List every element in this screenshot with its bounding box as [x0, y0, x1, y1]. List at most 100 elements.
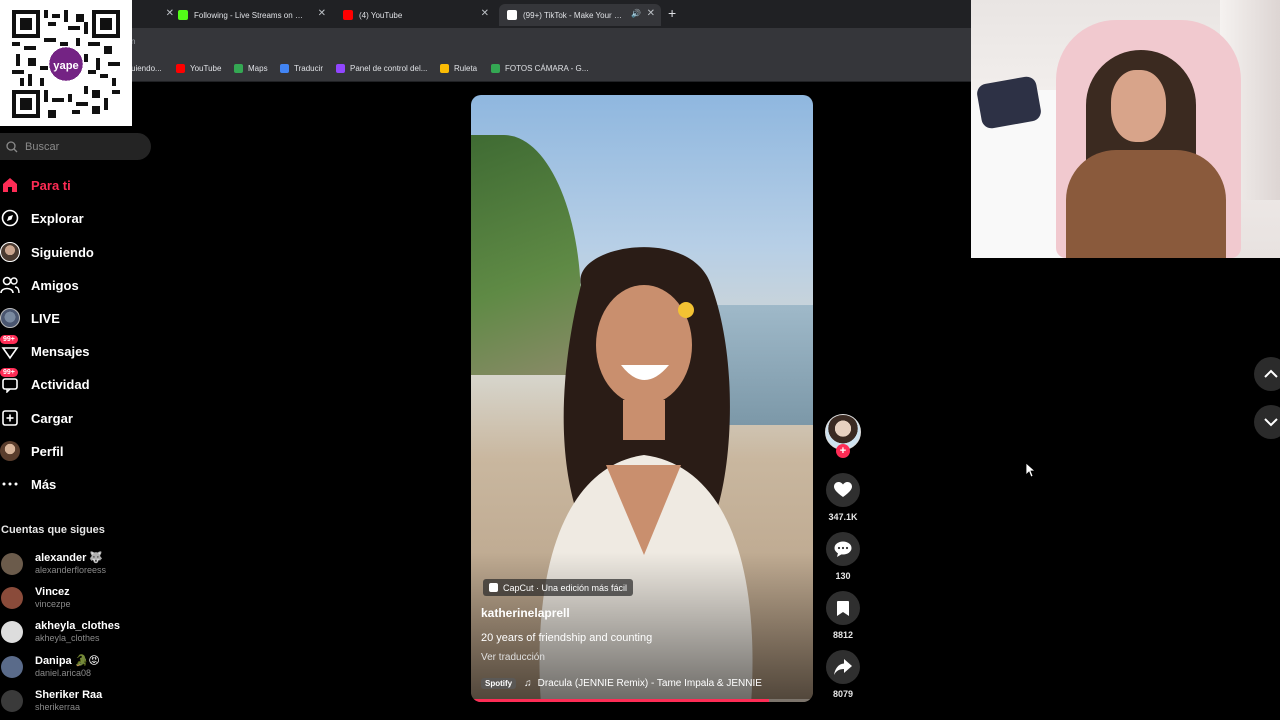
music-info[interactable]: Spotify ♫ Dracula (JENNIE Remix) - Tame … [481, 675, 762, 691]
video-progress-bar[interactable] [471, 699, 813, 702]
tab-tiktok[interactable]: (99+) TikTok - Make Your Day 🔊 ✕ [499, 4, 661, 26]
youtube-icon [176, 64, 185, 73]
translate-icon [280, 64, 289, 73]
comment-count: 130 [835, 571, 851, 581]
search-bar[interactable] [0, 133, 151, 160]
save-button[interactable]: 8812 [826, 591, 860, 640]
capcut-effect-tag[interactable]: CapCut · Una edición más fácil [483, 579, 634, 596]
nav-para-ti[interactable]: Para ti [0, 174, 71, 196]
nav-label: Siguiendo [31, 244, 94, 260]
video-progress-fill [471, 699, 769, 702]
nav-siguiendo[interactable]: Siguiendo [0, 241, 94, 263]
bookmark-translate[interactable]: Traducir [280, 64, 323, 73]
video-player[interactable]: CapCut · Una edición más fácil katherine… [471, 95, 813, 702]
nav-label: Mensajes [31, 343, 90, 359]
close-icon[interactable]: ✕ [647, 8, 655, 19]
share-button[interactable]: 8079 [826, 650, 860, 699]
webcam-streamer-face [1111, 70, 1166, 142]
nav-mas[interactable]: Más [0, 473, 56, 495]
search-input[interactable] [25, 140, 135, 153]
nav-label: Explorar [31, 210, 84, 226]
nav-actividad[interactable]: 99+ Actividad [0, 368, 90, 395]
account-handle: vincezpe [35, 599, 71, 609]
avatar [1, 656, 23, 678]
nav-mensajes[interactable]: 99+ Mensajes [0, 335, 90, 362]
account-handle: alexanderfloreess [35, 565, 107, 575]
new-tab-button[interactable]: + [668, 5, 676, 21]
video-caption: 20 years of friendship and counting [481, 632, 653, 644]
next-video-button[interactable] [1254, 405, 1280, 439]
tiktok-icon [507, 10, 517, 20]
nav-label: Cargar [31, 410, 73, 426]
bookmark-label: FOTOS CÁMARA - G... [505, 64, 589, 73]
account-name: akheyla_clothes [35, 620, 120, 632]
twitch-icon [336, 64, 345, 73]
bookmark-item[interactable]: uiendo... [131, 64, 162, 73]
bookmark-label: uiendo... [131, 64, 162, 73]
nav-perfil[interactable]: Perfil [0, 440, 64, 462]
save-count: 8812 [832, 630, 854, 640]
share-icon [826, 650, 860, 684]
following-account[interactable]: akheyla_clothes akheyla_clothes [1, 618, 120, 646]
nav-explorar[interactable]: Explorar [0, 207, 84, 229]
previous-video-button[interactable] [1254, 357, 1280, 391]
follow-plus-button[interactable]: + [836, 444, 850, 458]
bookmark-maps[interactable]: Maps [234, 64, 268, 73]
bookmark-label: Maps [248, 64, 268, 73]
webcam-streamer-body [1066, 150, 1226, 258]
bookmark-fotos[interactable]: FOTOS CÁMARA - G... [491, 64, 588, 73]
following-section-title: Cuentas que sigues [1, 524, 105, 536]
nav-label: Para ti [31, 177, 71, 193]
tab-kick[interactable]: Following - Live Streams on Kick ✕ [170, 4, 332, 26]
nav-label: Actividad [31, 376, 90, 392]
following-account[interactable]: Vincez vincezpe [1, 584, 71, 612]
address-bar[interactable]: n [0, 28, 971, 56]
following-account[interactable]: Sheriker Raa sherikerraa [1, 687, 102, 715]
following-account[interactable]: Danipa 🐊😡 daniel.arica08 [1, 653, 100, 681]
share-count: 8079 [832, 689, 854, 699]
video-author[interactable]: katherinelaprell [481, 606, 570, 620]
yape-qr-code: yape [0, 0, 132, 126]
following-account[interactable]: alexander 🐺 alexanderfloreess [1, 550, 106, 578]
bookmark-panel[interactable]: Panel de control del... [336, 64, 427, 73]
close-icon[interactable]: ✕ [318, 8, 326, 19]
comment-icon [826, 532, 860, 566]
activity-badge: 99+ [0, 368, 18, 377]
friends-icon [0, 275, 20, 295]
drive-icon [491, 64, 500, 73]
avatar [1, 621, 23, 643]
tab-close-partial[interactable]: ✕ [150, 4, 174, 26]
like-button[interactable]: 347.1K [826, 473, 860, 522]
qr-code-image: yape [12, 10, 120, 118]
close-icon[interactable]: ✕ [481, 8, 489, 19]
nav-label: LIVE [31, 310, 60, 326]
messages-badge: 99+ [0, 335, 18, 344]
avatar [1, 587, 23, 609]
profile-avatar [0, 441, 20, 461]
bookmark-ruleta[interactable]: Ruleta [440, 64, 477, 73]
account-name: Danipa 🐊😡 [35, 655, 100, 667]
spotify-tag[interactable]: Spotify [481, 677, 517, 689]
nav-amigos[interactable]: Amigos [0, 274, 79, 296]
browser-tab-bar: ✕ Following - Live Streams on Kick ✕ (4)… [0, 0, 971, 28]
search-icon [6, 140, 18, 152]
nav-label: Más [31, 476, 57, 492]
avatar [1, 690, 23, 712]
nav-cargar[interactable]: Cargar [0, 407, 73, 429]
chevron-down-icon [1264, 418, 1278, 427]
nav-live[interactable]: LIVE [0, 307, 60, 329]
kick-icon [178, 10, 188, 20]
live-avatar [0, 308, 20, 328]
following-avatar [0, 242, 20, 262]
effect-label: CapCut · Una edición más fácil [503, 582, 628, 593]
maps-icon [234, 64, 243, 73]
comment-button[interactable]: 130 [826, 532, 860, 581]
speaker-icon[interactable]: 🔊 [631, 9, 641, 18]
tab-youtube[interactable]: (4) YouTube ✕ [335, 4, 495, 26]
home-icon [0, 175, 20, 195]
bookmark-icon [826, 591, 860, 625]
translate-link[interactable]: Ver traducción [481, 652, 545, 663]
tab-title: (4) YouTube [359, 10, 403, 20]
bookmark-youtube[interactable]: YouTube [176, 64, 221, 73]
yape-logo-text: yape [53, 60, 79, 72]
